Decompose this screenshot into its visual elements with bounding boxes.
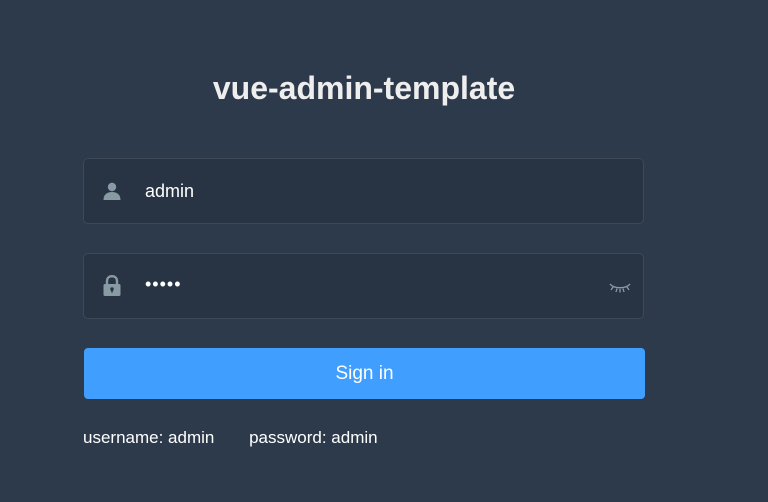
password-form-item <box>83 252 644 319</box>
login-container: vue-admin-template admin Sign in usernam… <box>0 0 768 502</box>
username-input[interactable] <box>145 159 585 223</box>
lock-icon <box>100 274 124 298</box>
sign-in-button[interactable]: Sign in <box>84 348 645 399</box>
username-form-item <box>83 158 644 224</box>
eye-closed-icon[interactable] <box>608 278 632 298</box>
user-icon <box>100 179 124 203</box>
username-tip: username: admin <box>83 428 215 447</box>
password-input[interactable] <box>145 252 585 316</box>
login-tips: username: admin password: admin <box>83 428 378 448</box>
password-tip: password: admin <box>249 428 378 447</box>
page-title: vue-admin-template <box>212 70 516 106</box>
